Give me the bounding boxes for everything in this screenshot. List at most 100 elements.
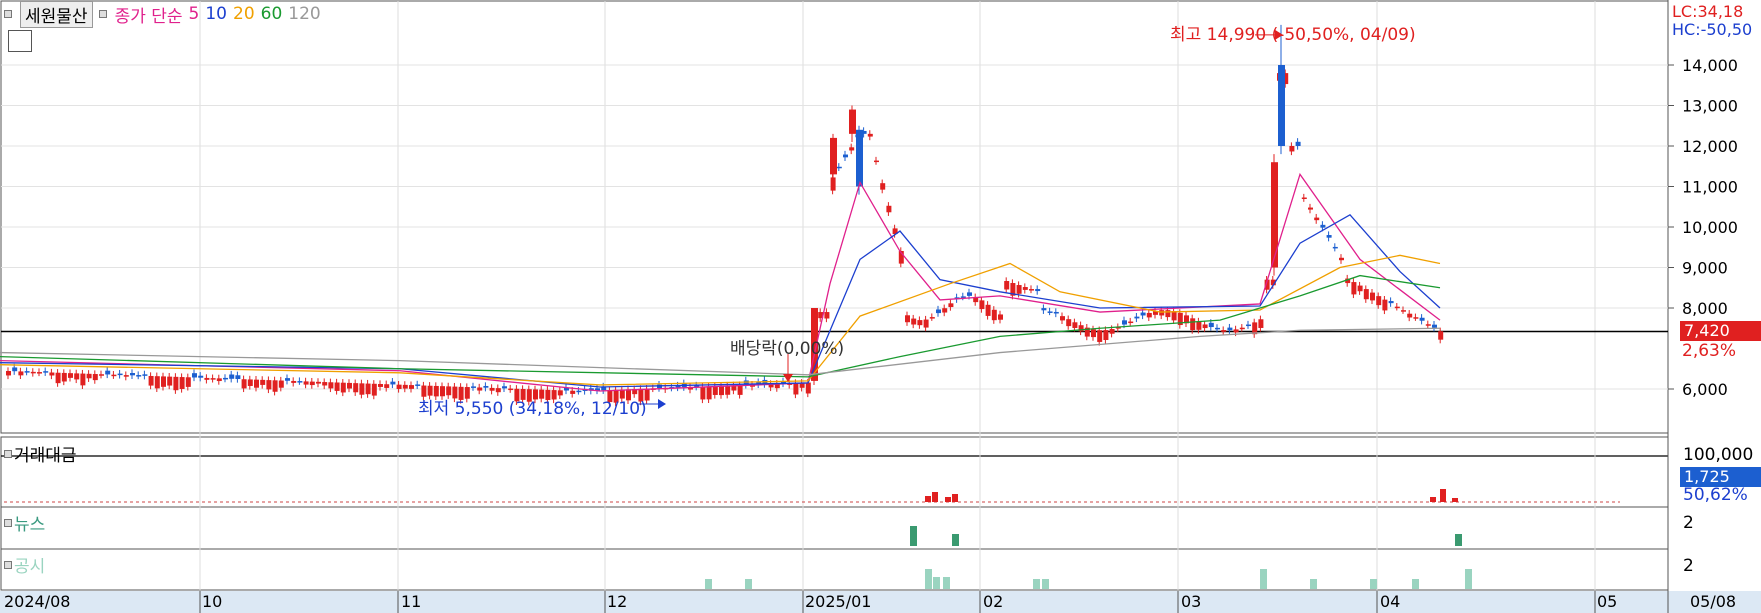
candle-body xyxy=(830,137,837,175)
candle-body xyxy=(1332,246,1338,249)
candle-body xyxy=(1165,310,1171,318)
candle-body xyxy=(241,379,247,389)
y-tick-label: 8,000 xyxy=(1682,299,1728,318)
candle-body xyxy=(154,376,160,389)
ma-10-label: 10 xyxy=(205,4,227,24)
candle-body xyxy=(216,378,222,382)
candle-body xyxy=(1060,316,1065,321)
candle-body xyxy=(415,384,421,386)
disclosure-panel-title[interactable]: 공시 xyxy=(4,552,45,577)
candle-body xyxy=(74,373,80,380)
ma60-line xyxy=(0,274,1441,378)
candle-body xyxy=(706,386,712,400)
candle-body xyxy=(80,373,86,386)
stock-chart-window: 6,000 8,000 9,000 10,000 11,000 12,000 13,000 1… xyxy=(0,0,1761,613)
news-axis-label: 2 xyxy=(1683,513,1694,533)
volume-bar xyxy=(945,497,951,502)
candle-body xyxy=(1425,324,1431,326)
candle-body xyxy=(1289,146,1295,152)
disclosure-bar xyxy=(933,577,940,589)
candle-body xyxy=(1407,313,1413,318)
candle-body xyxy=(328,382,334,389)
candle-body xyxy=(824,312,830,319)
ma-title[interactable]: 종가 단순 xyxy=(115,2,183,27)
panel-toggle-icon[interactable] xyxy=(4,560,12,569)
disclosure-bar xyxy=(745,579,752,589)
candle-body xyxy=(1271,162,1278,268)
volume-panel-title[interactable]: 거래대금 xyxy=(4,441,77,466)
candle-body xyxy=(6,370,11,376)
candle-body xyxy=(99,374,104,376)
candle-body xyxy=(576,390,582,393)
volume-current-badge: 1,725 xyxy=(1680,467,1761,487)
news-panel-title[interactable]: 뉴스 xyxy=(4,510,45,535)
candle-body xyxy=(371,383,377,396)
grid-settings-icon[interactable] xyxy=(8,30,32,52)
candle-body xyxy=(179,377,185,389)
candle-body xyxy=(43,371,49,373)
y-tick-label: 13,000 xyxy=(1682,97,1738,116)
stock-name[interactable]: 세원물산 xyxy=(20,0,93,28)
candle-body xyxy=(936,309,941,314)
candle-body xyxy=(1016,285,1022,294)
candle-body xyxy=(1140,312,1146,316)
candle-body xyxy=(867,133,873,137)
disclosure-bar xyxy=(1370,579,1377,589)
indicator-toggle-icon[interactable] xyxy=(98,10,107,18)
candle-body xyxy=(1035,289,1041,292)
candle-body xyxy=(185,377,191,387)
candle-body xyxy=(61,372,67,382)
candle-body xyxy=(24,371,30,373)
candle-body xyxy=(1382,299,1388,311)
disclosure-bar xyxy=(943,577,950,589)
disclosure-bar xyxy=(705,579,712,589)
candle-body xyxy=(805,382,811,394)
candle-body xyxy=(204,377,210,380)
candle-body xyxy=(985,304,991,316)
candle-body xyxy=(1066,319,1072,327)
volume-bar xyxy=(1430,497,1436,502)
candle-body xyxy=(309,381,315,386)
candle-body xyxy=(359,383,365,395)
candle-body xyxy=(123,375,129,377)
candle-body xyxy=(1227,327,1233,331)
candle-body xyxy=(1401,310,1406,312)
candle-body xyxy=(285,378,290,381)
candle-body xyxy=(353,383,359,393)
candle-body xyxy=(1258,319,1264,328)
y-tick-label: 10,000 xyxy=(1682,218,1738,237)
candle-body xyxy=(1376,296,1382,306)
candle-body xyxy=(1146,312,1152,318)
disclosure-bar xyxy=(1465,569,1472,589)
current-price-badge: 7,420 xyxy=(1680,321,1761,341)
candle-body xyxy=(136,375,142,377)
candle-body xyxy=(508,388,514,391)
ma10-line xyxy=(0,214,1441,388)
candle-body xyxy=(1320,224,1326,228)
candle-body xyxy=(247,379,253,386)
candle-body xyxy=(1134,316,1140,319)
lc-label: LC:34,18 xyxy=(1672,2,1744,21)
candle-body xyxy=(1394,306,1400,309)
panel-toggle-icon[interactable] xyxy=(4,518,12,527)
volume-bar xyxy=(1440,489,1446,502)
candle-body xyxy=(905,315,910,323)
candle-body xyxy=(1301,197,1307,200)
panel-toggle-icon[interactable] xyxy=(4,10,12,18)
chart-canvas[interactable]: 6,000 8,000 9,000 10,000 11,000 12,000 13,000 1… xyxy=(0,0,1761,613)
candle-body xyxy=(856,129,863,187)
y-tick-label: 11,000 xyxy=(1682,178,1738,197)
volume-bar xyxy=(952,494,958,502)
disclosure-bar xyxy=(1042,579,1049,589)
disclosure-bar xyxy=(1310,579,1317,589)
candle-body xyxy=(1053,311,1059,314)
candle-body xyxy=(843,154,848,158)
candle-body xyxy=(1357,285,1363,292)
candle-body xyxy=(291,380,297,383)
x-axis-label: 10 xyxy=(202,592,223,611)
volume-pct-label: 50,62% xyxy=(1683,485,1748,505)
candle-body xyxy=(198,375,204,378)
panel-toggle-icon[interactable] xyxy=(4,449,12,458)
disclosure-bar xyxy=(925,569,932,589)
candle-body xyxy=(1041,308,1047,311)
